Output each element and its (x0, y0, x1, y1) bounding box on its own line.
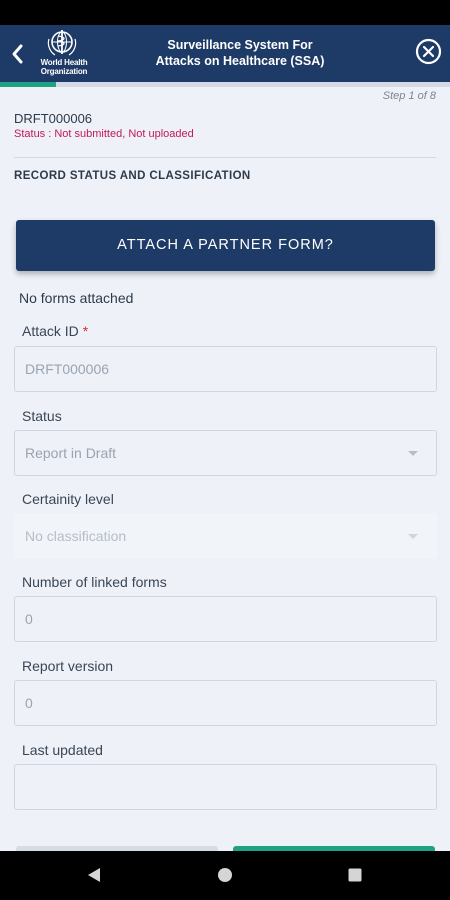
app-title-line1: Surveillance System For (167, 38, 313, 52)
linked-forms-label: Number of linked forms (22, 574, 167, 590)
certainty-level-label: Certainity level (22, 491, 114, 507)
who-wordmark: World Health Organization (34, 58, 94, 76)
step-progress-fill (0, 82, 57, 87)
close-button[interactable] (415, 38, 442, 65)
circle-home-icon[interactable] (217, 867, 233, 883)
dropdown-caret-icon (408, 451, 418, 456)
chevron-left-icon (12, 44, 23, 64)
app-title: Surveillance System For Attacks on Healt… (120, 37, 360, 69)
org-name-line2: Organization (40, 67, 88, 76)
last-updated-label: Last updated (22, 742, 103, 758)
square-recents-icon[interactable] (347, 867, 363, 883)
step-progress-bar (0, 82, 450, 87)
org-name-line1: World Health (40, 58, 88, 67)
status-dropdown[interactable]: Report in Draft (14, 430, 437, 476)
back-button[interactable] (8, 39, 28, 69)
report-version-label: Report version (22, 658, 114, 674)
dropdown-caret-icon (408, 534, 418, 539)
certainty-level-value: No classification (25, 528, 127, 544)
record-id: DRFT000006 (14, 111, 93, 126)
required-marker: * (82, 323, 89, 339)
triangle-back-icon[interactable] (86, 867, 102, 883)
who-emblem-icon (47, 30, 77, 56)
who-logo: World Health Organization (34, 29, 94, 79)
attach-partner-form-button[interactable]: ATTACH A PARTNER FORM? (16, 220, 435, 271)
section-title: RECORD STATUS AND CLASSIFICATION (14, 170, 251, 182)
attack-id-label: Attack ID * (22, 323, 88, 339)
close-circle-icon (415, 38, 442, 65)
attack-id-label-text: Attack ID (22, 323, 79, 339)
status-dropdown-value: Report in Draft (25, 445, 117, 461)
certainty-level-dropdown[interactable]: No classification (14, 513, 437, 559)
section-divider (14, 157, 436, 158)
step-indicator: Step 1 of 8 (382, 90, 436, 102)
status-label: Status (22, 408, 62, 424)
system-navigation-bar (0, 851, 450, 900)
attack-id-field[interactable]: DRFT000006 (14, 346, 437, 392)
linked-forms-field[interactable]: 0 (14, 596, 437, 642)
app-title-line2: Attacks on Healthcare (SSA) (155, 54, 325, 68)
record-status: Status : Not submitted, Not uploaded (14, 128, 194, 140)
report-version-field[interactable]: 0 (14, 680, 437, 726)
system-status-bar (0, 0, 450, 25)
app-header: World Health Organization Surveillance S… (0, 25, 450, 82)
attached-forms-empty-text: No forms attached (19, 290, 134, 306)
last-updated-field[interactable] (14, 764, 437, 810)
